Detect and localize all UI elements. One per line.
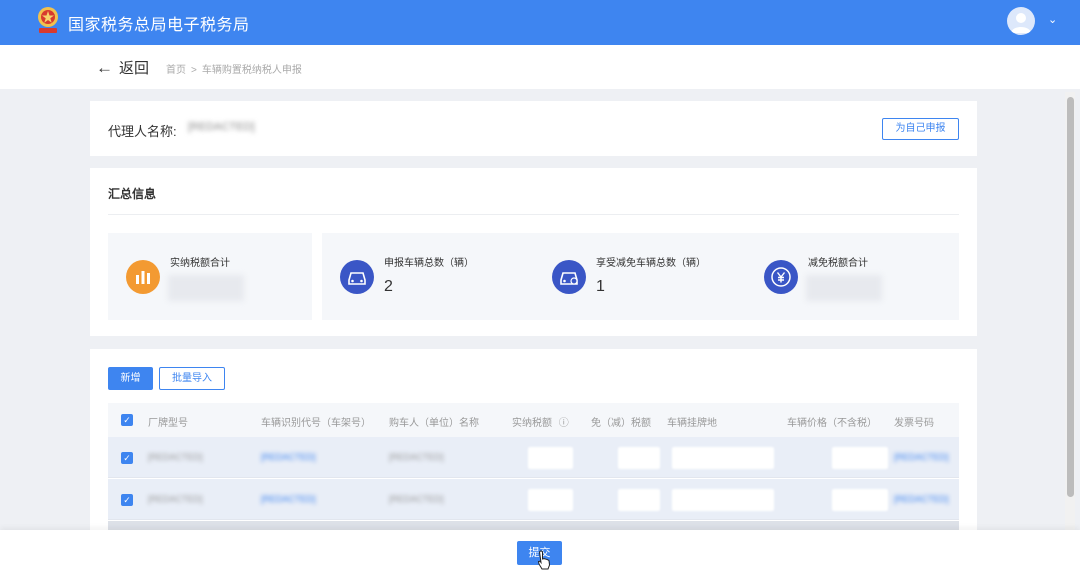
tax-emblem-icon — [38, 7, 58, 33]
cell-price[interactable] — [832, 447, 888, 469]
arrow-left-icon: ← — [96, 57, 113, 77]
car-icon — [340, 260, 374, 294]
vehicle-table-card: 新增 批量导入 ✓ 厂牌型号 车辆识别代号（车架号） 购车人（单位）名称 实纳税… — [90, 349, 977, 539]
column-header: 购车人（单位）名称 — [389, 418, 479, 429]
column-header: 车辆识别代号（车架号） — [261, 418, 371, 429]
stat-value-redacted — [168, 275, 244, 301]
column-header: 车辆挂牌地 — [667, 418, 717, 429]
column-header: 发票号码 — [894, 418, 934, 429]
column-header: 实纳税额 ⓘ — [512, 414, 569, 429]
bottom-action-bar: 提交 — [0, 530, 1080, 577]
select-all-checkbox[interactable]: ✓ — [121, 414, 133, 426]
cell-buyer: [REDACTED] — [389, 452, 444, 462]
stat-total-tax: 实纳税额合计 — [108, 233, 312, 320]
breadcrumb-separator: > — [191, 65, 197, 76]
user-avatar-icon[interactable] — [1007, 7, 1035, 35]
divider — [108, 214, 959, 215]
column-header: 厂牌型号 — [148, 418, 188, 429]
stat-label: 申报车辆总数（辆） — [384, 258, 474, 269]
cell-exempt[interactable] — [618, 489, 660, 511]
cell-model: [REDACTED] — [148, 494, 203, 504]
agent-label: 代理人名称: — [108, 124, 177, 139]
top-bar: 国家税务总局电子税务局 ⌄ — [0, 0, 1080, 45]
table-header: ✓ 厂牌型号 车辆识别代号（车架号） 购车人（单位）名称 实纳税额 ⓘ 免（减）… — [108, 403, 959, 437]
breadcrumb-bar: ← 返回 首页 > 车辆购置税纳税人申报 — [0, 45, 1080, 89]
batch-import-button[interactable]: 批量导入 — [159, 367, 225, 390]
stat-exempt-vehicle-count: 享受减免车辆总数（辆） 1 — [534, 233, 746, 320]
chevron-down-icon[interactable]: ⌄ — [1048, 13, 1057, 26]
scrollbar-thumb[interactable] — [1067, 97, 1074, 497]
stat-label: 减免税额合计 — [808, 258, 868, 269]
summary-title: 汇总信息 — [108, 187, 157, 201]
table-row[interactable]: ✓ [REDACTED] [REDACTED] [REDACTED] [REDA… — [108, 479, 959, 520]
back-button[interactable]: ← 返回 — [96, 57, 149, 78]
row-checkbox[interactable]: ✓ — [121, 494, 133, 506]
back-label: 返回 — [119, 60, 150, 77]
cell-buyer: [REDACTED] — [389, 494, 444, 504]
cell-price[interactable] — [832, 489, 888, 511]
breadcrumb: 首页 > 车辆购置税纳税人申报 — [166, 61, 302, 76]
stat-label: 实纳税额合计 — [170, 258, 230, 269]
declare-self-button[interactable]: 为自己申报 — [882, 118, 959, 140]
cell-invoice[interactable]: [REDACTED] — [894, 452, 949, 462]
cell-vin[interactable]: [REDACTED] — [261, 452, 316, 462]
breadcrumb-current: 车辆购置税纳税人申报 — [201, 65, 302, 76]
stat-value: 2 — [384, 278, 393, 295]
cell-vin[interactable]: [REDACTED] — [261, 494, 316, 504]
bar-chart-icon — [126, 260, 160, 294]
cell-tax[interactable] — [528, 447, 573, 469]
cell-location[interactable] — [672, 447, 774, 469]
cell-exempt[interactable] — [618, 447, 660, 469]
mouse-pointer-icon — [537, 550, 551, 570]
cell-tax[interactable] — [528, 489, 573, 511]
stat-value: 1 — [596, 278, 605, 295]
stat-vehicle-count: 申报车辆总数（辆） 2 — [322, 233, 534, 320]
summary-card: 汇总信息 实纳税额合计 申报车辆总数（辆） 2 享受减免车辆总数（辆） 1 减免… — [90, 168, 977, 336]
cell-location[interactable] — [672, 489, 774, 511]
yen-icon — [764, 260, 798, 294]
column-header: 车辆价格（不含税） — [787, 418, 877, 429]
info-icon[interactable]: ⓘ — [559, 418, 569, 429]
stat-exempt-tax: 减免税额合计 — [746, 233, 959, 320]
cell-invoice[interactable]: [REDACTED] — [894, 494, 949, 504]
breadcrumb-home[interactable]: 首页 — [166, 65, 186, 76]
column-header: 免（减）税额 — [591, 418, 651, 429]
add-button[interactable]: 新增 — [108, 367, 153, 390]
stat-label: 享受减免车辆总数（辆） — [596, 258, 706, 269]
cell-model: [REDACTED] — [148, 452, 203, 462]
column-header-label: 实纳税额 — [512, 418, 552, 429]
stat-value-redacted — [806, 275, 882, 301]
brand-title: 国家税务总局电子税务局 — [68, 17, 250, 34]
agent-card: 代理人名称: [REDACTED] 为自己申报 — [90, 101, 977, 156]
row-checkbox[interactable]: ✓ — [121, 452, 133, 464]
car-discount-icon — [552, 260, 586, 294]
agent-name-value: [REDACTED] — [188, 121, 255, 133]
table-row[interactable]: ✓ [REDACTED] [REDACTED] [REDACTED] [REDA… — [108, 437, 959, 478]
